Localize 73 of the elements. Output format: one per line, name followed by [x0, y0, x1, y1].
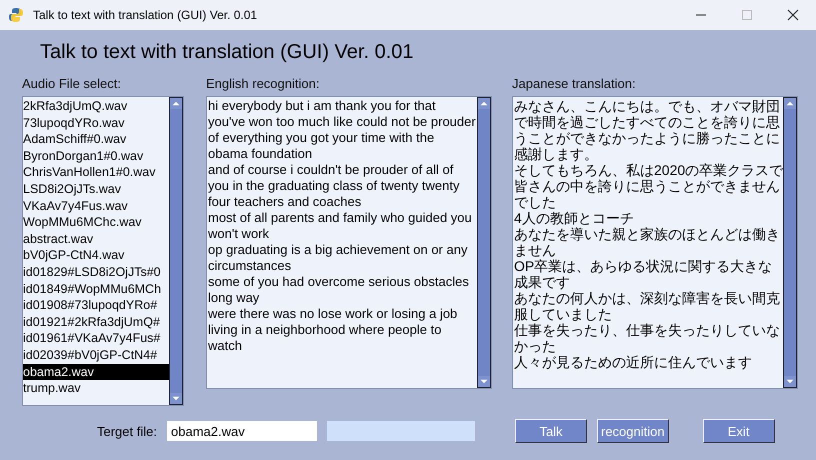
file-item[interactable]: abstract.wav — [23, 230, 94, 248]
text-line: ません — [514, 242, 556, 258]
text-line: OP卒業は、あらゆる状況に関する大きな — [514, 258, 772, 274]
file-item[interactable]: id01961#VKaAv7y4Fus# — [23, 330, 160, 347]
scrollbar[interactable] — [783, 97, 797, 388]
text-line: 人々が見るための近所に住んでいます — [514, 354, 752, 370]
text-line: そしてもちろん、私は2020の卒業クラスで — [514, 162, 783, 178]
text-line: circumstances — [208, 258, 292, 274]
target-file-field[interactable]: obama2.wav — [167, 421, 317, 441]
text-line: かった — [514, 338, 556, 354]
english-text-area[interactable] — [207, 97, 477, 388]
file-item[interactable]: 2kRfa3djUmQ.wav — [23, 98, 128, 115]
text-line: 成果です — [514, 274, 570, 290]
text-line: most of all parents and family who guided you — [208, 210, 472, 226]
text-line: 4人の教師とコーチ — [514, 210, 634, 226]
text-line: みなさん、こんにちは。でも、オバマ財団 — [514, 98, 780, 114]
japanese-label: Japanese translation: — [512, 76, 637, 93]
target-file-label: Terget file: — [97, 424, 158, 438]
action-button[interactable]: Talk — [515, 419, 587, 443]
text-line: watch — [208, 338, 242, 354]
text-line: hi everybody but i am thank you for that — [208, 98, 436, 114]
action-button[interactable]: Exit — [702, 419, 775, 443]
text-line: あなたを導いた親と家族のほとんどは働き — [514, 226, 780, 242]
file-item[interactable]: AdamSchiff#0.wav — [23, 131, 126, 148]
file-item[interactable]: trump.wav — [23, 380, 81, 397]
text-line: you've won too much like could not be prouder — [208, 114, 476, 130]
app-icon — [8, 7, 24, 23]
text-line: four teachers and coaches — [208, 194, 362, 210]
text-line: うことができなかったように勝ったことに — [514, 130, 780, 146]
scroll-down-icon[interactable] — [784, 376, 796, 387]
text-line: で時間を過ごしたすべてのことを誇りに思 — [514, 114, 780, 130]
file-item[interactable]: ByronDorgan1#0.wav — [23, 148, 144, 164]
text-line: you in the graduating class of twenty twenty — [208, 178, 460, 194]
file-item[interactable]: obama2.wav — [23, 364, 169, 380]
file-item[interactable]: id01908#73lupoqdYRo# — [23, 297, 158, 314]
text-line: あなたの何人かは、深刻な障害を長い間克 — [514, 290, 780, 306]
japanese-text-area[interactable] — [513, 97, 783, 388]
file-item[interactable]: VKaAv7y4Fus.wav — [23, 198, 128, 214]
file-item[interactable]: LSD8i2OjJTs.wav — [23, 180, 121, 198]
window-title: Talk to text with translation (GUI) Ver. 0.01 — [33, 8, 258, 22]
file-item[interactable]: id01921#2kRfa3djUmQ# — [23, 314, 160, 330]
scrollbar[interactable] — [477, 97, 491, 388]
scrollbar[interactable] — [169, 97, 183, 405]
text-line: obama foundation — [208, 146, 312, 162]
text-line: op graduating is a big achievement on or any — [208, 242, 468, 258]
text-line: long way — [208, 290, 260, 306]
text-line: 皆さんの中を誇りに思うことができません — [514, 178, 780, 194]
text-line: were there was no lose work or losing a job — [208, 306, 458, 322]
scroll-up-icon[interactable] — [478, 98, 490, 109]
file-item[interactable]: 73lupoqdYRo.wav — [23, 114, 124, 132]
file-select-label: Audio File select: — [22, 76, 122, 93]
file-item[interactable]: id01849#WopMMu6MCh — [23, 280, 162, 298]
text-line: 服していました — [514, 306, 612, 322]
scroll-up-icon[interactable] — [784, 98, 796, 109]
text-line: of everything you got your time with the — [208, 130, 434, 146]
text-line: and of course i couldn't be prouder of all of — [208, 162, 454, 178]
file-item[interactable]: bV0jGP-CtN4.wav — [23, 247, 124, 264]
text-line: 仕事を失ったり、仕事を失ったりしていな — [514, 322, 780, 338]
scroll-down-icon[interactable] — [170, 393, 182, 404]
app-heading: Talk to text with translation (GUI) Ver. 0.01 — [39, 40, 414, 65]
file-item[interactable]: WopMMu6MChc.wav — [23, 214, 142, 231]
file-item[interactable]: id01829#LSD8i2OjJTs#0 — [23, 264, 161, 281]
file-item[interactable]: ChrisVanHollen1#0.wav — [23, 164, 156, 181]
text-line: living in a neighborhood where people to — [208, 322, 442, 338]
file-item[interactable]: id02039#bV0jGP-CtN4# — [23, 346, 158, 364]
text-line: 感謝します。 — [514, 146, 598, 162]
english-label: English recognition: — [206, 76, 320, 93]
scroll-up-icon[interactable] — [170, 98, 182, 109]
text-line: でした — [514, 194, 556, 210]
scroll-down-icon[interactable] — [478, 376, 490, 387]
action-button[interactable]: recognition — [597, 419, 669, 443]
text-line: won't work — [208, 226, 270, 242]
text-line: some of you had overcome serious obstacles — [208, 274, 469, 290]
